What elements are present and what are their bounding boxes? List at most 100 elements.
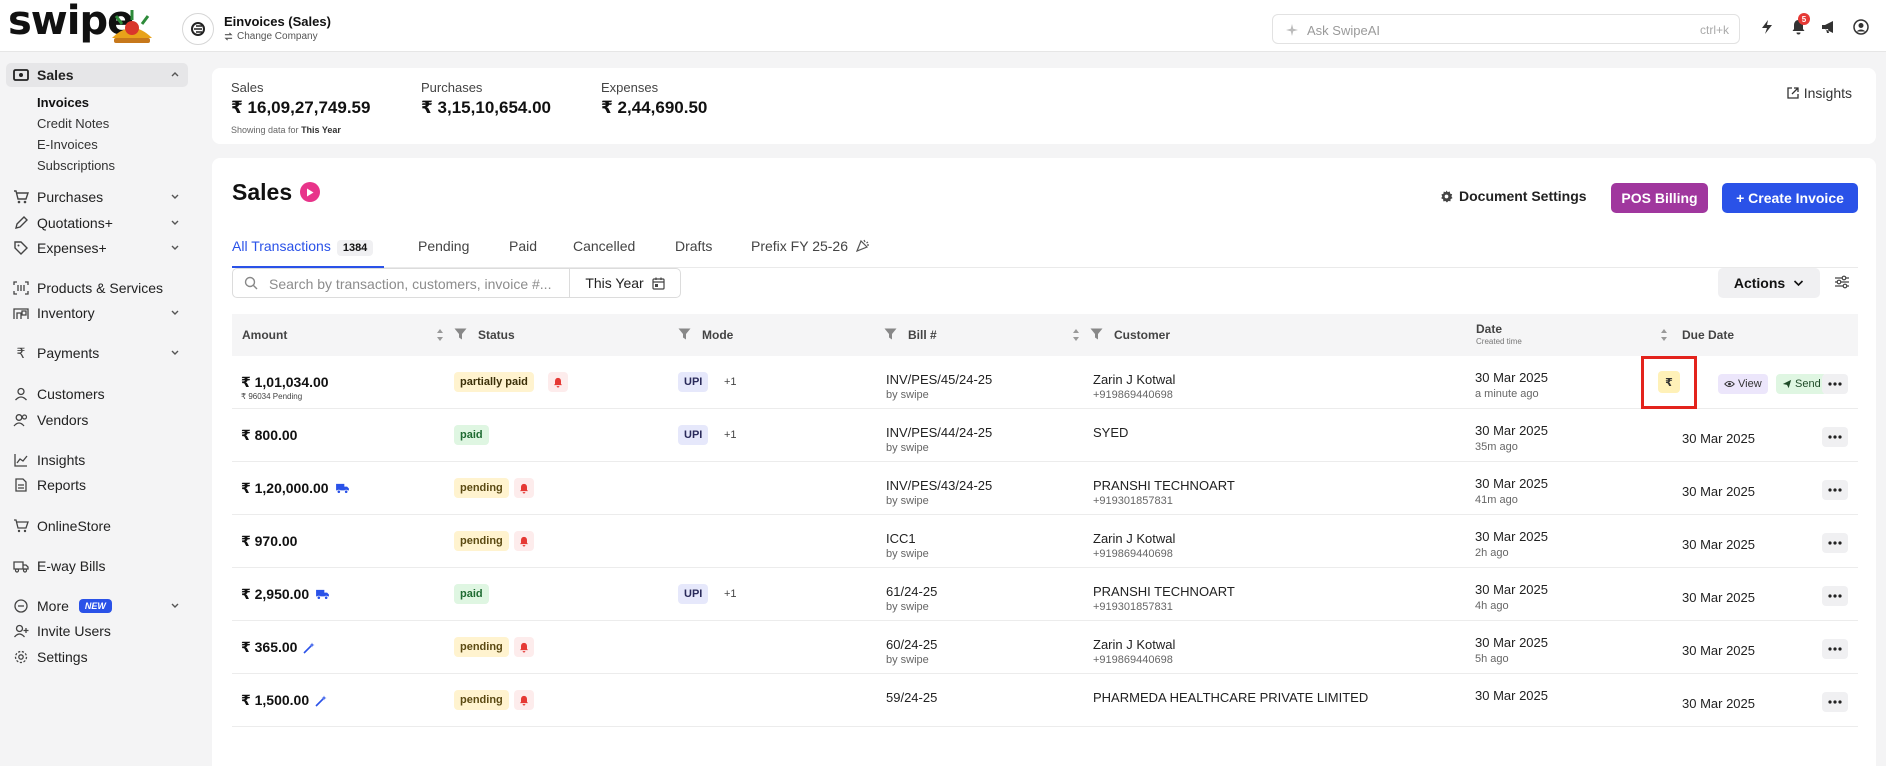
header-date[interactable]: Date xyxy=(1476,322,1502,336)
payment-mode-extra: +1 xyxy=(724,376,737,388)
bill-number[interactable]: INV/PES/45/24-25 xyxy=(886,372,992,387)
row-more-options-button[interactable] xyxy=(1822,639,1848,659)
table-row[interactable]: ₹ 800.00 paid UPI +1 INV/PES/44/24-25 by swip… xyxy=(232,409,1858,462)
bolt-icon[interactable] xyxy=(1758,18,1776,36)
bill-number[interactable]: 59/24-25 xyxy=(886,690,937,705)
actions-dropdown-button[interactable]: Actions xyxy=(1718,268,1820,298)
sales-summary-value: ₹ 16,09,27,749.59 xyxy=(231,98,371,117)
sidebar-sub-credit-notes[interactable]: Credit Notes xyxy=(37,116,109,131)
table-row[interactable]: ₹ 365.00 pending 60/24-25 by swipe Zarin J K… xyxy=(232,621,1858,674)
sidebar-item-insights[interactable]: Insights xyxy=(6,448,188,472)
transaction-search-input[interactable] xyxy=(269,275,559,293)
column-settings-icon[interactable] xyxy=(1834,274,1850,293)
tab-cancelled[interactable]: Cancelled xyxy=(573,238,635,254)
filter-funnel-icon[interactable] xyxy=(678,328,691,340)
sidebar-item-more[interactable]: More NEW xyxy=(6,594,188,618)
filter-funnel-icon[interactable] xyxy=(1090,328,1103,340)
sidebar-item-customers[interactable]: Customers xyxy=(6,382,188,406)
ai-search-box[interactable]: ctrl+k xyxy=(1272,14,1740,44)
bill-number[interactable]: 60/24-25 xyxy=(886,637,937,652)
tab-paid[interactable]: Paid xyxy=(509,238,537,254)
notification-bell-icon[interactable]: 5 xyxy=(1789,13,1810,36)
customer-name[interactable]: Zarin J Kotwal xyxy=(1093,372,1175,387)
reminder-bell-icon[interactable] xyxy=(548,372,568,392)
table-row[interactable]: ₹ 1,500.00 pending 59/24-25 PHARMEDA HEALTH… xyxy=(232,674,1858,727)
customer-name[interactable]: SYED xyxy=(1093,425,1128,440)
row-more-options-button[interactable] xyxy=(1822,533,1848,553)
reminder-bell-icon[interactable] xyxy=(514,690,534,710)
header-bill-number[interactable]: Bill # xyxy=(908,328,937,342)
sidebar-item-quotations[interactable]: Quotations+ xyxy=(6,211,188,235)
megaphone-icon[interactable] xyxy=(1820,18,1838,36)
reminder-bell-icon[interactable] xyxy=(514,637,534,657)
row-more-options-button[interactable] xyxy=(1822,427,1848,447)
customer-name[interactable]: PHARMEDA HEALTHCARE PRIVATE LIMITED xyxy=(1093,690,1368,705)
view-invoice-button[interactable]: View xyxy=(1718,374,1768,394)
sidebar-item-ewaybills[interactable]: E-way Bills xyxy=(6,554,188,578)
transaction-search-box[interactable] xyxy=(232,268,570,298)
ai-search-input[interactable] xyxy=(1307,21,1627,39)
sidebar-item-products[interactable]: Products & Services xyxy=(6,276,188,300)
play-video-icon[interactable] xyxy=(300,182,320,202)
sidebar-item-payments[interactable]: ₹ Payments xyxy=(6,341,188,365)
user-profile-icon[interactable] xyxy=(1852,18,1870,36)
sidebar-sub-e-invoices[interactable]: E-Invoices xyxy=(37,137,98,152)
truck-icon xyxy=(11,560,31,573)
row-more-options-button[interactable] xyxy=(1822,586,1848,606)
row-more-options-button[interactable] xyxy=(1822,374,1848,394)
customer-name[interactable]: Zarin J Kotwal xyxy=(1093,531,1175,546)
sidebar-item-inventory[interactable]: Inventory xyxy=(6,301,188,325)
customer-name[interactable]: PRANSHI TECHNOART xyxy=(1093,584,1235,599)
bill-number[interactable]: ICC1 xyxy=(886,531,916,546)
row-more-options-button[interactable] xyxy=(1822,480,1848,500)
row-more-options-button[interactable] xyxy=(1822,692,1848,712)
company-avatar[interactable] xyxy=(182,13,214,45)
send-invoice-button[interactable]: Send xyxy=(1776,374,1827,394)
cash-icon xyxy=(11,69,31,81)
record-payment-button[interactable]: ₹ xyxy=(1658,371,1680,393)
sidebar-item-vendors[interactable]: Vendors xyxy=(6,408,188,432)
table-row[interactable]: ₹ 970.00 pending ICC1 by swipe Zarin J Kotwa… xyxy=(232,515,1858,568)
sidebar-item-settings[interactable]: Settings xyxy=(6,645,188,669)
filter-funnel-icon[interactable] xyxy=(884,328,897,340)
customer-name[interactable]: PRANSHI TECHNOART xyxy=(1093,478,1235,493)
insights-link[interactable]: Insights xyxy=(1787,85,1852,101)
sidebar-item-expenses[interactable]: Expenses+ xyxy=(6,236,188,260)
table-row[interactable]: ₹ 2,950.00 paid UPI +1 61/24-25 by swipe PRANS… xyxy=(232,568,1858,621)
company-name[interactable]: Einvoices (Sales) xyxy=(224,14,331,29)
sidebar-item-onlinestore[interactable]: OnlineStore xyxy=(6,514,188,538)
table-row[interactable]: ₹ 1,20,000.00 pending INV/PES/43/24-25 by s… xyxy=(232,462,1858,515)
customer-name[interactable]: Zarin J Kotwal xyxy=(1093,637,1175,652)
swipe-logo[interactable]: swipe xyxy=(8,0,156,48)
filter-funnel-icon[interactable] xyxy=(454,328,467,340)
sidebar-item-invite-users[interactable]: Invite Users xyxy=(6,619,188,643)
year-filter-button[interactable]: This Year xyxy=(569,268,681,298)
pos-billing-button[interactable]: POS Billing xyxy=(1611,183,1708,213)
tab-drafts[interactable]: Drafts xyxy=(675,238,712,254)
chevron-down-icon xyxy=(1794,280,1804,287)
tab-prefix-fy[interactable]: Prefix FY 25-26 xyxy=(751,238,870,254)
tab-all-transactions[interactable]: All Transactions 1384 xyxy=(232,238,374,256)
reminder-bell-icon[interactable] xyxy=(514,531,534,551)
change-company-link[interactable]: Change Company xyxy=(224,31,318,42)
sidebar-item-reports[interactable]: Reports xyxy=(6,473,188,497)
document-settings-button[interactable]: Document Settings xyxy=(1440,188,1587,204)
sort-icon[interactable] xyxy=(1072,328,1080,342)
invoice-date: 30 Mar 2025 xyxy=(1475,635,1548,650)
bill-number[interactable]: 61/24-25 xyxy=(886,584,937,599)
bill-number[interactable]: INV/PES/44/24-25 xyxy=(886,425,992,440)
reminder-bell-icon[interactable] xyxy=(514,478,534,498)
sort-icon[interactable] xyxy=(1660,328,1668,342)
sidebar-sub-invoices[interactable]: Invoices xyxy=(37,95,89,110)
tab-pending[interactable]: Pending xyxy=(418,238,469,254)
chevron-down-icon xyxy=(171,350,179,355)
chevron-down-icon xyxy=(171,603,179,608)
header-amount[interactable]: Amount xyxy=(242,328,287,342)
sort-icon[interactable] xyxy=(436,328,444,342)
create-invoice-button[interactable]: + Create Invoice xyxy=(1722,183,1858,213)
sidebar-item-purchases[interactable]: Purchases xyxy=(6,185,188,209)
sidebar-item-sales[interactable]: Sales xyxy=(6,63,188,87)
sidebar-sub-subscriptions[interactable]: Subscriptions xyxy=(37,158,115,173)
table-row[interactable]: ₹ 1,01,034.00 ₹ 96034 Pending partially pa… xyxy=(232,356,1858,409)
bill-number[interactable]: INV/PES/43/24-25 xyxy=(886,478,992,493)
